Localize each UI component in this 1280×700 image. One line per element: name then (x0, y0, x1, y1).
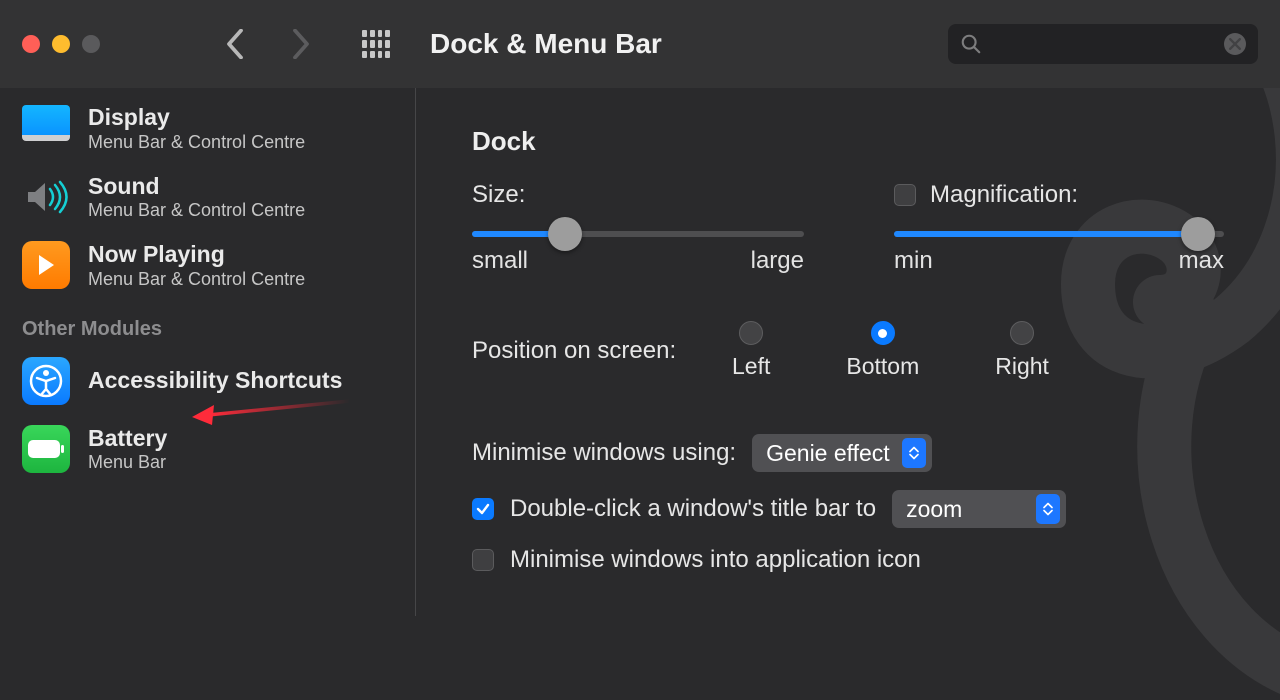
magnification-label: Magnification: (930, 181, 1078, 209)
sidebar-item-sound[interactable]: Sound Menu Bar & Control Centre (0, 163, 415, 232)
sidebar-item-label: Display (88, 104, 305, 132)
select-stepper-icon (1036, 494, 1060, 524)
traffic-lights (22, 35, 100, 53)
battery-icon (22, 425, 70, 473)
minimize-effect-select[interactable]: Genie effect (752, 434, 932, 472)
select-value: zoom (906, 496, 962, 523)
sidebar-item-label: Battery (88, 425, 167, 453)
radio-label: Left (732, 353, 770, 380)
minimize-into-icon-checkbox[interactable] (472, 549, 494, 571)
sidebar-item-sub: Menu Bar & Control Centre (88, 269, 305, 290)
slider-max-label: max (1179, 247, 1224, 275)
position-label: Position on screen: (472, 337, 732, 365)
content-pane: Dock Size: small large Magnification: (416, 88, 1280, 616)
display-icon (22, 105, 70, 141)
double-click-label: Double-click a window's title bar to (510, 495, 876, 523)
sidebar: Display Menu Bar & Control Centre Sound … (0, 88, 416, 616)
sidebar-item-display[interactable]: Display Menu Bar & Control Centre (0, 94, 415, 163)
size-slider[interactable] (472, 231, 804, 237)
sidebar-item-battery[interactable]: Battery Menu Bar (0, 415, 415, 484)
magnification-slider[interactable] (894, 231, 1224, 237)
back-button[interactable] (220, 29, 250, 59)
minimize-window[interactable] (52, 35, 70, 53)
sidebar-item-now-playing[interactable]: Now Playing Menu Bar & Control Centre (0, 231, 415, 300)
accessibility-icon (22, 357, 70, 405)
position-bottom-radio[interactable] (871, 321, 895, 345)
show-all-icon[interactable] (362, 30, 390, 58)
zoom-window[interactable] (82, 35, 100, 53)
position-right-radio[interactable] (1010, 321, 1034, 345)
position-left-radio[interactable] (739, 321, 763, 345)
double-click-checkbox[interactable] (472, 498, 494, 520)
sidebar-item-sub: Menu Bar & Control Centre (88, 132, 305, 153)
double-click-action-select[interactable]: zoom (892, 490, 1066, 528)
size-label: Size: (472, 181, 804, 209)
window-title: Dock & Menu Bar (430, 28, 662, 60)
search-field[interactable] (948, 24, 1258, 64)
slider-max-label: large (751, 247, 804, 275)
sidebar-item-sub: Menu Bar & Control Centre (88, 200, 305, 221)
sound-icon (22, 173, 70, 221)
search-clear-button[interactable] (1224, 33, 1246, 55)
sidebar-item-accessibility[interactable]: Accessibility Shortcuts (0, 347, 415, 415)
slider-min-label: small (472, 247, 528, 275)
radio-label: Bottom (846, 353, 919, 380)
select-value: Genie effect (766, 440, 890, 467)
titlebar: Dock & Menu Bar (0, 0, 1280, 88)
sidebar-item-label: Accessibility Shortcuts (88, 367, 342, 395)
magnification-checkbox[interactable] (894, 184, 916, 206)
slider-min-label: min (894, 247, 933, 275)
sidebar-item-sub: Menu Bar (88, 452, 167, 473)
radio-label: Right (995, 353, 1049, 380)
close-window[interactable] (22, 35, 40, 53)
minimize-using-label: Minimise windows using: (472, 439, 736, 467)
sidebar-item-label: Sound (88, 173, 305, 201)
search-icon (960, 33, 982, 55)
play-icon (22, 241, 70, 289)
sidebar-section-header: Other Modules (0, 300, 415, 347)
forward-button[interactable] (286, 29, 316, 59)
select-stepper-icon (902, 438, 926, 468)
minimize-into-icon-label: Minimise windows into application icon (510, 546, 921, 574)
section-heading: Dock (472, 126, 1224, 157)
sidebar-item-label: Now Playing (88, 241, 305, 269)
